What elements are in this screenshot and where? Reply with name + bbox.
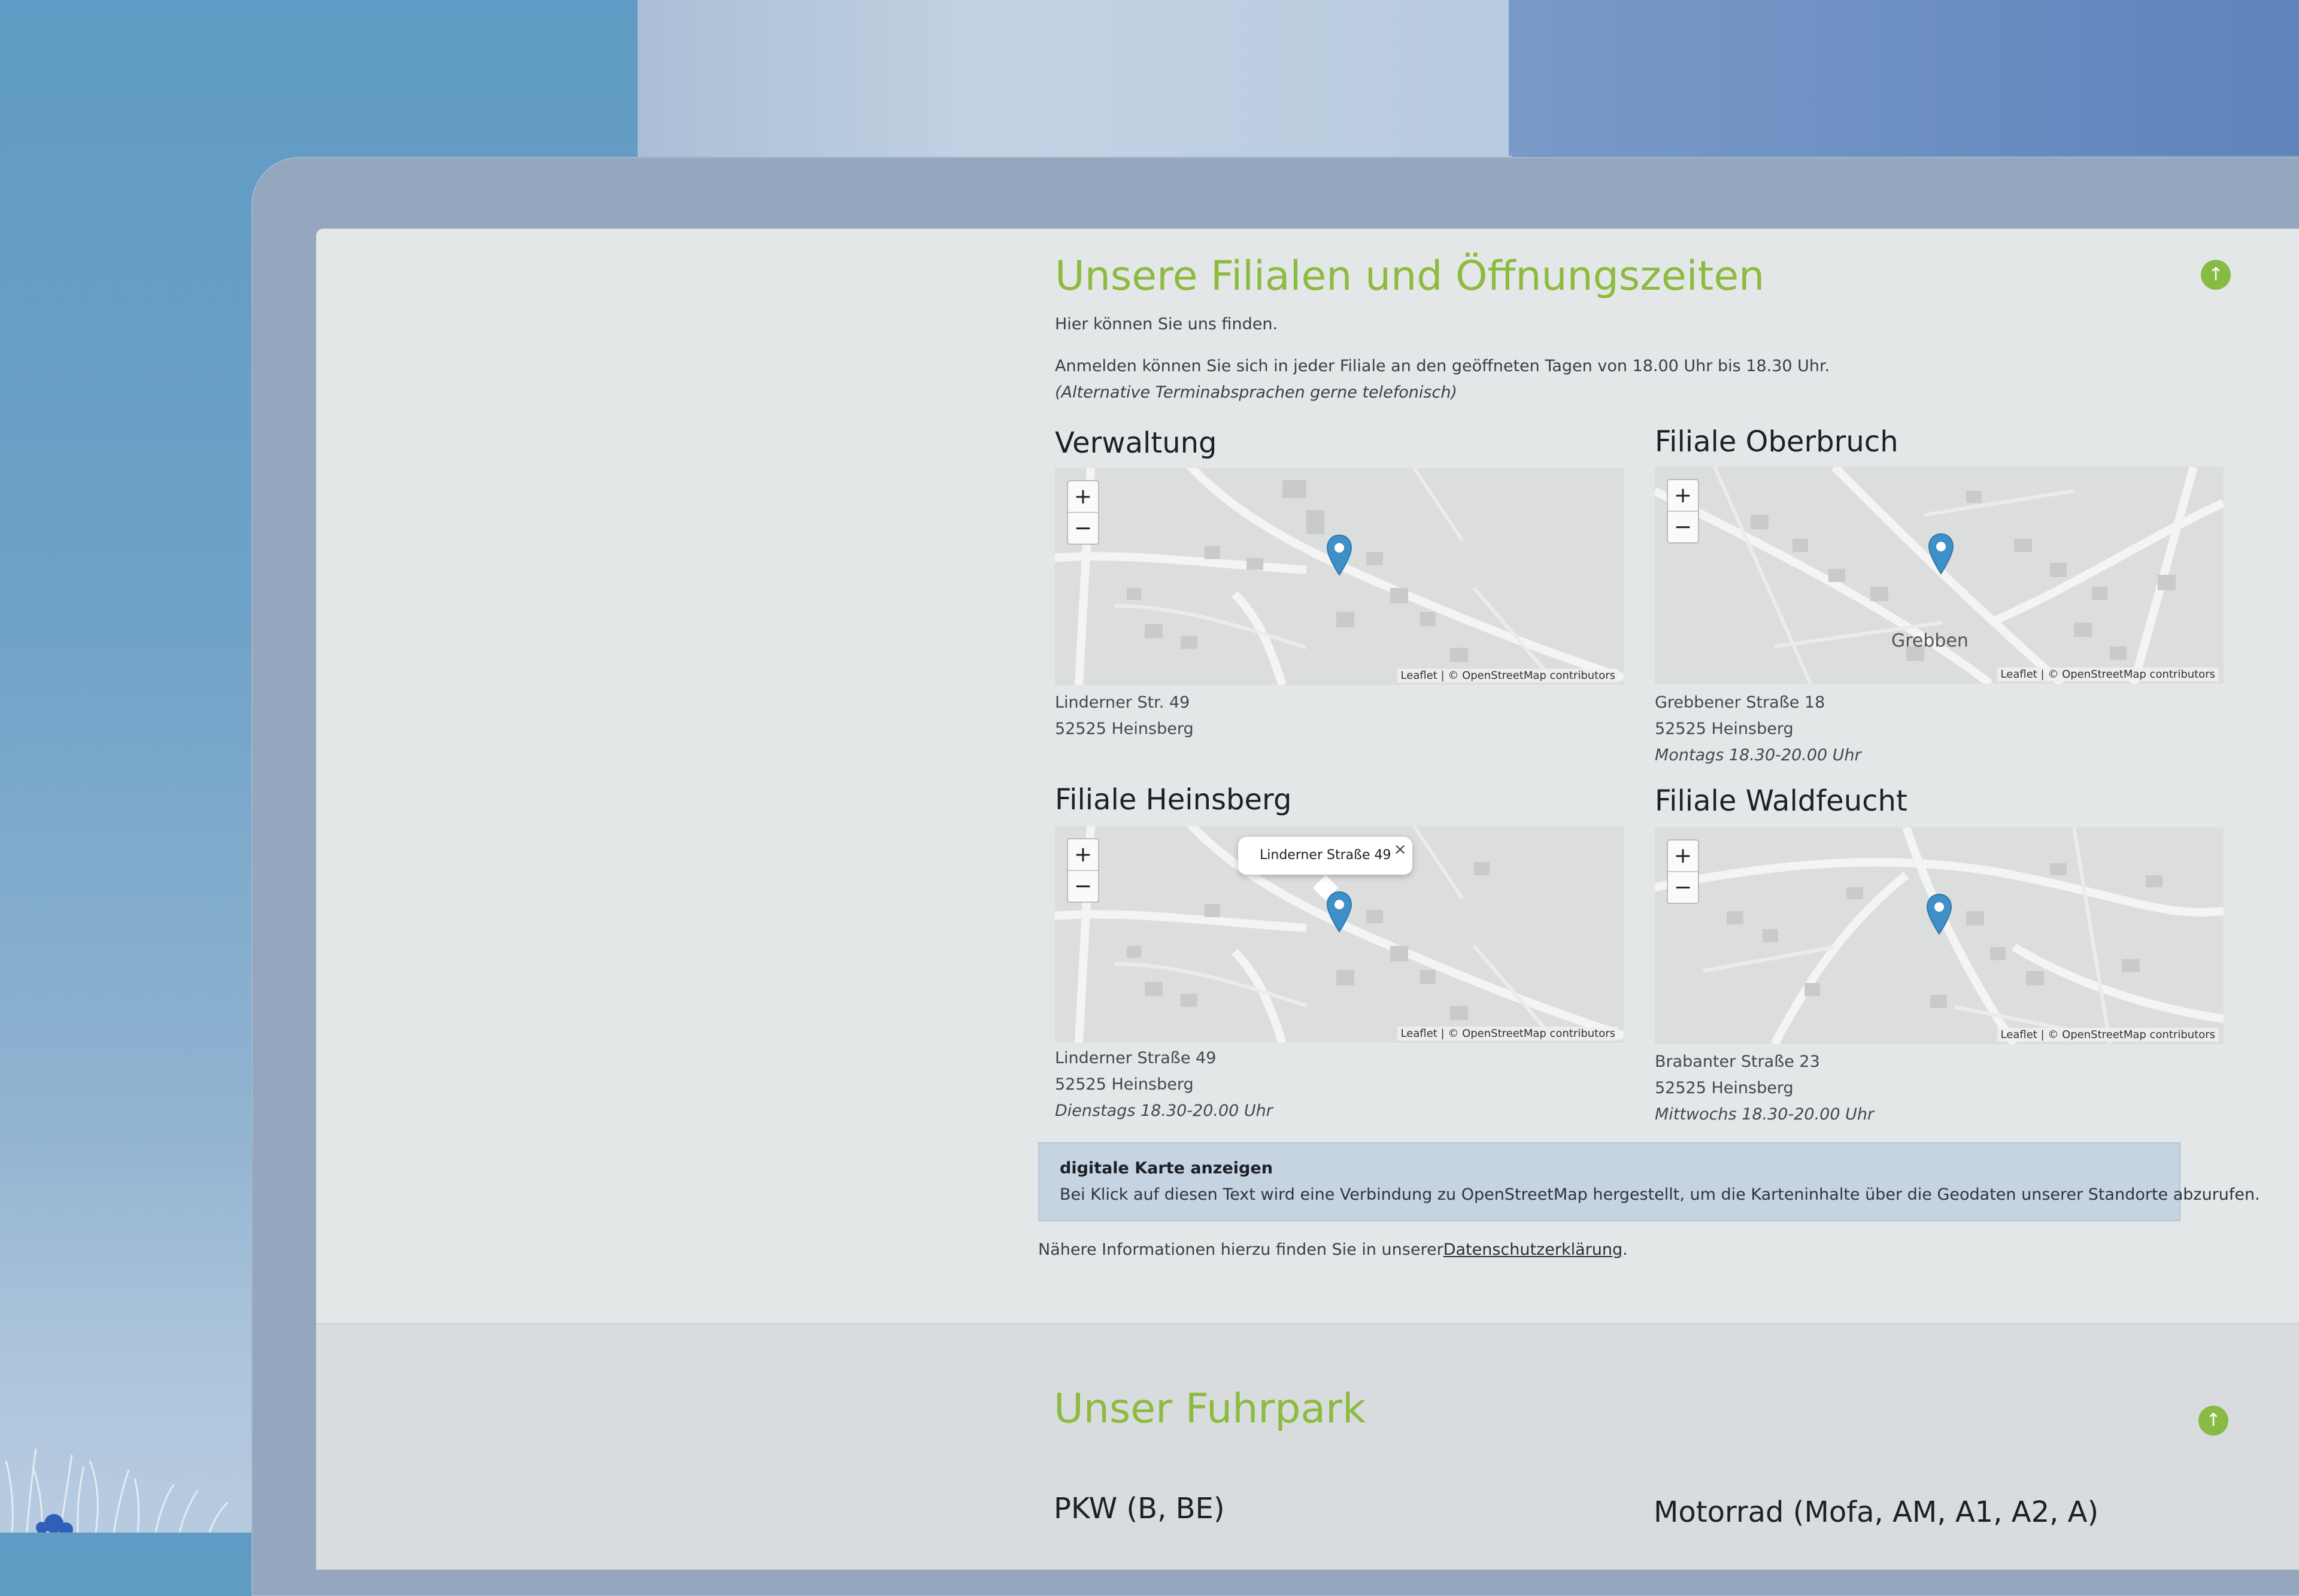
fuhrpark-column-title: Motorrad (Mofa, AM, A1, A2, A) — [1654, 1495, 2099, 1529]
map-consent-notice[interactable]: digitale Karte anzeigen Bei Klick auf di… — [1038, 1142, 2260, 1221]
location-city: 52525 Heinsberg — [1655, 720, 1794, 738]
map-attribution[interactable]: Leaflet | © OpenStreetMap contributors — [1397, 1027, 1619, 1040]
location-hours: Mittwochs 18.30-20.00 Uhr — [1655, 1105, 1875, 1124]
section-title: Unsere Filialen und Öffnungszeiten — [1055, 253, 1765, 300]
location-map[interactable]: + − Leaflet | © OpenStreetMap contributo… — [1655, 827, 2224, 1044]
location-title: Filiale Waldfeucht — [1655, 784, 1907, 818]
map-marker-icon[interactable] — [1326, 534, 1352, 576]
zoom-in-button[interactable]: + — [1668, 480, 1698, 512]
zoom-control: + − — [1667, 479, 1699, 544]
zoom-control: + − — [1067, 838, 1099, 903]
map-marker-icon[interactable] — [1928, 533, 1954, 575]
zoom-out-button[interactable]: − — [1668, 512, 1698, 542]
map-popup: Linderner Straße 49 × — [1238, 837, 1413, 875]
background-panel — [1509, 0, 2299, 156]
location-title: Verwaltung — [1055, 426, 1217, 460]
browser-viewport: Unsere Filialen und Öffnungszeiten ↑ Hie… — [316, 229, 2299, 1570]
privacy-link[interactable]: Datenschutzerklärung — [1443, 1240, 1622, 1259]
location-map[interactable]: + − Leaflet | © OpenStreetMap contributo… — [1055, 468, 1624, 685]
map-attribution[interactable]: Leaflet | © OpenStreetMap contributors — [1997, 667, 2219, 681]
map-marker-icon[interactable] — [1326, 891, 1352, 933]
location-street: Grebbener Straße 18 — [1655, 693, 1825, 712]
zoom-in-button[interactable]: + — [1068, 481, 1098, 513]
location-map[interactable]: + − Linderner Straße 49 × Leaflet | © Op… — [1055, 826, 1624, 1043]
info-text: Anmelden können Sie sich in jeder Filial… — [1055, 357, 1830, 375]
zoom-control: + − — [1067, 480, 1099, 545]
map-marker-icon[interactable] — [1926, 893, 1952, 935]
zoom-in-button[interactable]: + — [1668, 841, 1698, 872]
location-hours: Montags 18.30-20.00 Uhr — [1655, 746, 1861, 764]
zoom-in-button[interactable]: + — [1068, 839, 1098, 871]
zoom-out-button[interactable]: − — [1068, 513, 1098, 544]
grass-decoration — [5, 1448, 229, 1533]
scroll-top-button[interactable]: ↑ — [2201, 260, 2231, 290]
location-map[interactable]: Grebben + − Leaflet | © OpenStreetMap co… — [1655, 467, 2224, 684]
zoom-out-button[interactable]: − — [1068, 871, 1098, 902]
location-title: Filiale Heinsberg — [1055, 783, 1292, 817]
section-title: Unser Fuhrpark — [1054, 1385, 1366, 1433]
location-city: 52525 Heinsberg — [1655, 1079, 1794, 1097]
popup-text: Linderner Straße 49 — [1260, 848, 1391, 863]
location-street: Linderner Str. 49 — [1055, 693, 1190, 712]
intro-text: Hier können Sie uns finden. — [1055, 315, 1278, 333]
location-city: 52525 Heinsberg — [1055, 720, 1194, 738]
arrow-up-icon: ↑ — [2206, 1410, 2221, 1431]
map-attribution[interactable]: Leaflet | © OpenStreetMap contributors — [1997, 1028, 2219, 1042]
scroll-top-button[interactable]: ↑ — [2198, 1406, 2228, 1436]
notice-text[interactable]: Bei Klick auf diesen Text wird eine Verb… — [1060, 1185, 2260, 1204]
notice-title[interactable]: digitale Karte anzeigen — [1060, 1159, 1273, 1178]
location-title: Filiale Oberbruch — [1655, 425, 1898, 459]
fuhrpark-column-title: PKW (B, BE) — [1054, 1492, 1225, 1525]
privacy-text: Nähere Informationen hierzu finden Sie i… — [1038, 1240, 1628, 1259]
privacy-suffix: . — [1622, 1240, 1628, 1259]
location-city: 52525 Heinsberg — [1055, 1075, 1194, 1094]
info-note: (Alternative Terminabsprachen gerne tele… — [1055, 383, 1457, 402]
location-street: Brabanter Straße 23 — [1655, 1052, 1820, 1071]
background-window — [638, 0, 1512, 162]
map-attribution[interactable]: Leaflet | © OpenStreetMap contributors — [1397, 669, 1619, 682]
zoom-control: + − — [1667, 839, 1699, 904]
arrow-up-icon: ↑ — [2208, 264, 2224, 285]
map-place-label: Grebben — [1891, 630, 1969, 651]
popup-close-button[interactable]: × — [1394, 841, 1407, 858]
location-street: Linderner Straße 49 — [1055, 1049, 1217, 1067]
zoom-out-button[interactable]: − — [1668, 872, 1698, 903]
location-hours: Dienstags 18.30-20.00 Uhr — [1055, 1102, 1273, 1120]
privacy-prefix: Nähere Informationen hierzu finden Sie i… — [1038, 1240, 1443, 1259]
